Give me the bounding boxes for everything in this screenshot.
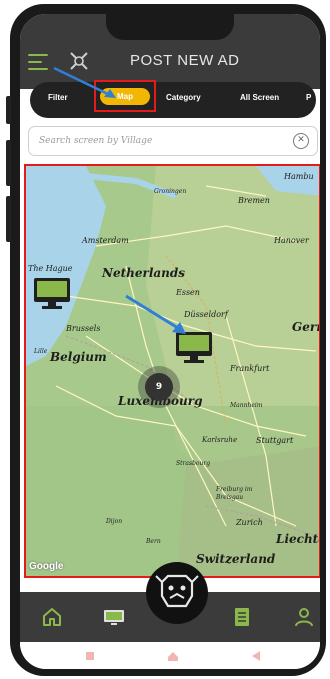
map-label-stuttgart: Stuttgart xyxy=(256,436,294,445)
map-label-brussels: Brussels xyxy=(66,324,101,333)
map-label-groningen: Groningen xyxy=(154,188,187,195)
bulldog-logo-icon xyxy=(155,574,199,608)
map-label-belgium: Belgium xyxy=(50,350,107,364)
clear-icon[interactable]: ✕ xyxy=(293,133,309,149)
system-nav-bar xyxy=(20,642,320,669)
phone-notch xyxy=(106,14,234,40)
phone-side-button xyxy=(6,140,11,186)
map-label-bern: Bern xyxy=(146,538,161,545)
menu-icon[interactable] xyxy=(28,54,50,70)
map-label-hanover: Hanover xyxy=(274,236,309,245)
map-label-hamburg: Hambu xyxy=(284,172,314,181)
map-label-karlsruhe: Karlsruhe xyxy=(202,436,238,444)
recent-apps-icon[interactable] xyxy=(84,650,96,662)
map-label-bremen: Bremen xyxy=(238,196,270,205)
annotation-arrow xyxy=(53,66,116,98)
map-label-freiburg: Freiburg im Breisgau xyxy=(216,486,253,501)
user-icon[interactable] xyxy=(292,605,316,629)
document-icon[interactable] xyxy=(230,605,254,629)
center-action-button[interactable] xyxy=(146,562,208,624)
cluster-count: 9 xyxy=(145,373,173,401)
map-label-frankfurt: Frankfurt xyxy=(230,364,270,373)
search-input[interactable]: Search screen by Village xyxy=(39,136,152,146)
map-label-dijon: Dijon xyxy=(106,518,123,525)
page-title: POST NEW AD xyxy=(130,52,240,69)
annotation-arrow xyxy=(125,294,186,334)
map-label-strasbourg: Strasbourg xyxy=(176,460,211,467)
map-label-lille: Lille xyxy=(34,348,48,355)
map-cluster-marker[interactable]: 9 xyxy=(138,366,180,408)
map-label-netherlands: Netherlands xyxy=(102,266,186,280)
map-label-germany: Germ xyxy=(292,320,319,334)
phone-side-button xyxy=(6,196,11,242)
tab-category[interactable]: Category xyxy=(166,93,201,102)
map-label-liechtenstein: Liechte xyxy=(276,532,319,546)
map-view[interactable]: Hambu Groningen Bremen Amsterdam Hanover… xyxy=(24,164,320,578)
app-screen: POST NEW AD Filter Map Category All Scre… xyxy=(20,14,320,669)
map-label-mannheim: Mannheim xyxy=(230,402,263,409)
map-label-the-hague: The Hague xyxy=(28,264,73,273)
map-label-amsterdam: Amsterdam xyxy=(82,236,129,245)
google-attribution: Google xyxy=(29,561,64,572)
screen-marker-icon[interactable] xyxy=(32,276,72,310)
home-system-icon[interactable] xyxy=(166,649,180,663)
tab-more[interactable]: P xyxy=(306,93,311,102)
home-icon[interactable] xyxy=(40,605,64,629)
map-label-zurich: Zurich xyxy=(236,518,263,527)
tab-all-screen[interactable]: All Screen xyxy=(240,93,279,102)
back-icon[interactable] xyxy=(250,649,262,663)
search-bar[interactable]: Search screen by Village ✕ xyxy=(28,126,318,156)
phone-side-button xyxy=(6,96,11,124)
screen-icon[interactable] xyxy=(102,605,126,629)
